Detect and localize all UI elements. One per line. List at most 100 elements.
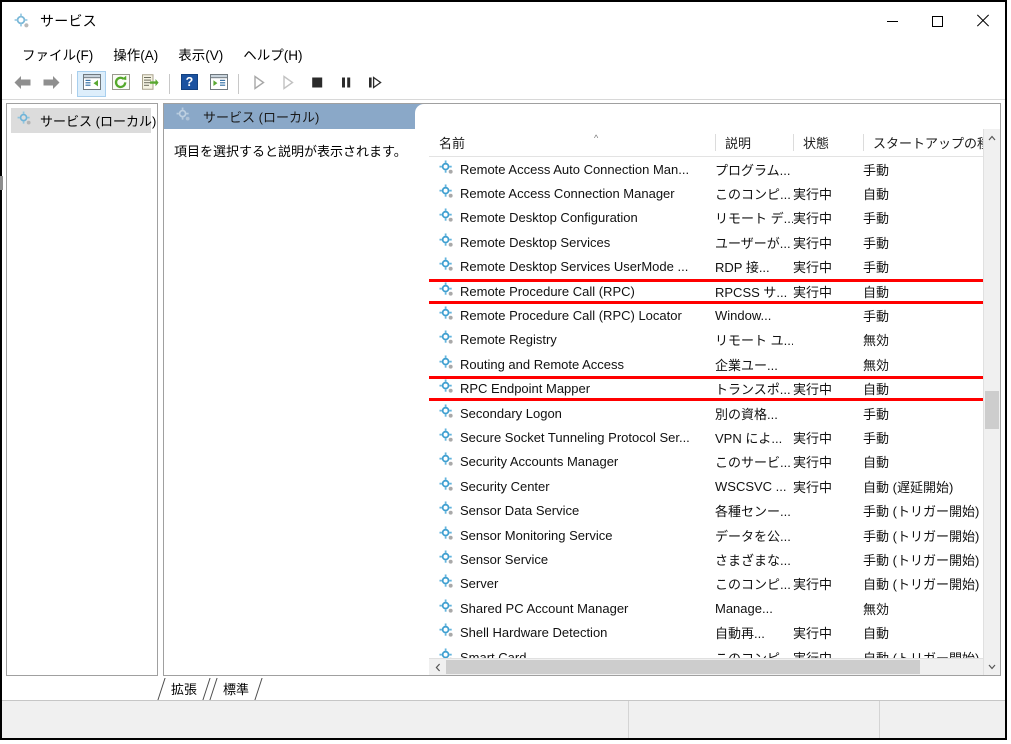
service-status-cell: 実行中 [793, 650, 833, 659]
horizontal-scrollbar[interactable] [429, 658, 1000, 675]
minimize-button[interactable] [870, 2, 915, 40]
table-row[interactable]: Security Center WSCSVC ... 実行中 自動 (遅延開始) [429, 474, 1000, 498]
table-row[interactable]: Shell Hardware Detection 自動再... 実行中 自動 [429, 620, 1000, 644]
title-bar: サービス [2, 2, 1005, 40]
service-status-cell: 実行中 [793, 577, 833, 593]
scroll-up-arrow[interactable] [984, 129, 1000, 146]
svg-text:?: ? [186, 75, 194, 89]
service-startup-type-cell: 手動 [863, 211, 890, 227]
service-gear-icon [439, 355, 455, 374]
service-startup-type-cell: 無効 [863, 333, 890, 349]
table-row[interactable]: Remote Procedure Call (RPC) RPCSS サ... 実行中… [429, 279, 1000, 303]
scroll-left-arrow[interactable] [429, 659, 446, 675]
service-startup-type-cell: 無効 [863, 601, 890, 617]
tab-standard[interactable]: 標準 [210, 678, 262, 700]
service-status-cell: 実行中 [793, 284, 833, 300]
table-row[interactable]: Remote Access Connection Manager このコンピ...… [429, 181, 1000, 205]
service-gear-icon [439, 160, 455, 179]
table-row[interactable]: Secure Socket Tunneling Protocol Ser... V… [429, 425, 1000, 449]
pause-service-button[interactable] [331, 71, 360, 97]
table-row[interactable]: Secondary Logon 別の資格... 手動 [429, 401, 1000, 425]
menu-view[interactable]: 表示(V) [168, 41, 233, 67]
table-row[interactable]: Server このコンピ... 実行中 自動 (トリガー開始) [429, 572, 1000, 596]
table-row[interactable]: RPC Endpoint Mapper トランスポ... 実行中 自動 [429, 377, 1000, 401]
action-pane-icon [209, 74, 228, 93]
maximize-icon [932, 15, 943, 27]
services-window: サービス ファイル(F) 操作(A) 表示(V) ヘルプ(H) ? サービス (… [0, 0, 1007, 740]
column-header-name[interactable]: 名前 ^ [429, 129, 715, 156]
resume-service-button[interactable] [360, 71, 389, 97]
service-name-cell: Remote Desktop Services UserMode ... [429, 257, 715, 276]
service-name-cell: Shell Hardware Detection [429, 623, 715, 642]
vertical-scrollbar-thumb[interactable] [985, 391, 999, 429]
service-name-cell: Remote Registry [429, 330, 715, 349]
menu-file[interactable]: ファイル(F) [12, 41, 103, 67]
table-row[interactable]: Remote Procedure Call (RPC) Locator Windo… [429, 303, 1000, 327]
help-button[interactable]: ? [175, 71, 204, 97]
service-name-cell: Remote Access Connection Manager [429, 184, 715, 203]
service-description-cell: VPN によ... [715, 430, 783, 446]
service-name-cell: Remote Procedure Call (RPC) [429, 282, 715, 301]
service-name-label: Server [460, 576, 499, 592]
stop-service-button[interactable] [302, 71, 331, 97]
back-button[interactable] [8, 71, 37, 97]
table-row[interactable]: Sensor Data Service 各種センー... 手動 (トリガー開始) [429, 498, 1000, 522]
restart-service-button[interactable] [273, 71, 302, 97]
column-header-description[interactable]: 説明 [715, 129, 793, 156]
service-gear-icon [439, 599, 455, 618]
table-row[interactable]: Sensor Monitoring Service データを公... 手動 (トリガ… [429, 523, 1000, 547]
service-description-cell: 別の資格... [715, 406, 778, 422]
table-row[interactable]: Remote Desktop Services UserMode ... RDP … [429, 255, 1000, 279]
table-row[interactable]: Security Accounts Manager このサービ... 実行中 自動 [429, 450, 1000, 474]
vertical-scrollbar[interactable] [983, 129, 1000, 675]
service-gear-icon [439, 208, 455, 227]
toolbar-separator [71, 73, 72, 94]
column-header-startup-type[interactable]: スタートアップの種類 ^ [863, 129, 1000, 156]
console-tree-pane: サービス (ローカル) [6, 103, 158, 676]
table-row[interactable]: Sensor Service さまざまな... 手動 (トリガー開始) [429, 547, 1000, 571]
close-button[interactable] [960, 2, 1005, 40]
service-name-cell: Secure Socket Tunneling Protocol Ser... [429, 428, 715, 447]
table-row[interactable]: Remote Access Auto Connection Man... プログラ… [429, 157, 1000, 181]
column-header-description-label: 説明 [725, 136, 752, 151]
menu-action[interactable]: 操作(A) [103, 41, 168, 67]
service-description-cell: このコンピ... [715, 187, 791, 203]
horizontal-scrollbar-thumb[interactable] [446, 660, 920, 674]
start-service-button[interactable] [244, 71, 273, 97]
refresh-icon [111, 74, 130, 93]
service-description-cell: ユーザーが... [715, 235, 791, 251]
refresh-button[interactable] [106, 71, 135, 97]
sidebar-item-services-local[interactable]: サービス (ローカル) [11, 108, 156, 133]
table-row[interactable]: Remote Registry リモート ユ... 無効 [429, 328, 1000, 352]
service-startup-type-cell: 手動 [863, 406, 890, 422]
table-row[interactable]: Remote Desktop Configuration リモート デ... 実行中… [429, 206, 1000, 230]
service-name-cell: Security Center [429, 477, 715, 496]
service-name-label: Security Center [460, 478, 550, 494]
maximize-button[interactable] [915, 2, 960, 40]
service-name-cell: Smart Card [429, 647, 715, 658]
service-name-label: Sensor Service [460, 551, 549, 567]
service-name-label: Remote Access Auto Connection Man... [460, 161, 690, 177]
tab-extended[interactable]: 拡張 [158, 678, 210, 700]
show-action-pane-button[interactable] [204, 71, 233, 97]
column-header-status[interactable]: 状態 [793, 129, 863, 156]
menu-help[interactable]: ヘルプ(H) [233, 41, 312, 67]
table-row[interactable]: Routing and Remote Access 企業ユー... 無効 [429, 352, 1000, 376]
table-row[interactable]: Shared PC Account Manager Manage... 無効 [429, 596, 1000, 620]
scroll-down-arrow[interactable] [984, 658, 1000, 675]
forward-button[interactable] [37, 71, 66, 97]
service-gear-icon [439, 306, 455, 325]
service-name-cell: RPC Endpoint Mapper [429, 379, 715, 398]
table-row[interactable]: Smart Card このコンピ... 実行中 自動 (トリガー開始) [429, 645, 1000, 658]
show-hide-tree-button[interactable] [77, 70, 106, 97]
service-name-cell: Sensor Monitoring Service [429, 526, 715, 545]
export-list-button[interactable] [135, 71, 164, 97]
stop-square-icon [310, 75, 324, 93]
status-bar-panel-1 [2, 701, 628, 738]
column-header-name-label: 名前 [439, 136, 466, 151]
table-row[interactable]: Remote Desktop Services ユーザーが... 実行中 手動 [429, 230, 1000, 254]
service-startup-type-cell: 手動 (トリガー開始) [863, 528, 980, 544]
service-name-label: Secondary Logon [460, 405, 562, 421]
service-gear-icon [439, 184, 455, 203]
service-description-cell: プログラム... [715, 162, 791, 178]
